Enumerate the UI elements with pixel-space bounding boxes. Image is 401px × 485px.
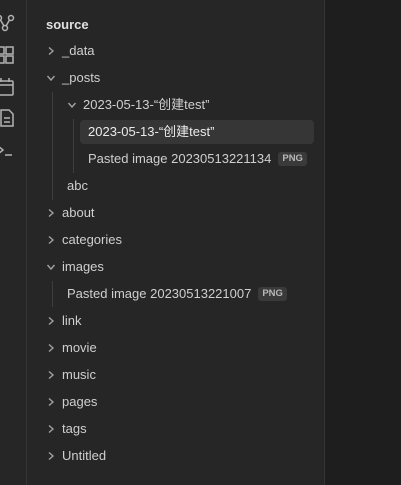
tree-item-pasted-image-1[interactable]: Pasted image 20230513221134 PNG [88,147,307,171]
tree-item-abc[interactable]: abc [67,174,88,198]
tree-item-tags[interactable]: tags [62,417,87,441]
calendar-icon[interactable] [0,76,16,98]
tree-item-music[interactable]: music [62,363,96,387]
chevron-right-icon[interactable] [46,370,56,380]
chevron-right-icon[interactable] [46,397,56,407]
chevron-down-icon[interactable] [46,73,56,83]
tree-item-untitled[interactable]: Untitled [62,444,106,468]
chevron-right-icon[interactable] [46,235,56,245]
indent-guide-images [52,281,53,307]
chevron-down-icon[interactable] [67,100,77,110]
tree-item-data[interactable]: _data [62,39,95,63]
indent-guide-post-folder [73,119,74,173]
graph-icon[interactable] [0,12,16,34]
tree-item-post-folder[interactable]: 2023-05-13-“创建test” [83,93,209,117]
files-icon[interactable] [0,107,16,129]
tree-item-movie[interactable]: movie [62,336,97,360]
chevron-down-icon[interactable] [46,262,56,272]
tree-item-categories[interactable]: categories [62,228,122,252]
file-extension-badge: PNG [278,151,307,166]
tree-item-pasted-image-2[interactable]: Pasted image 20230513221007 PNG [67,282,287,306]
tree-item-link[interactable]: link [62,309,82,333]
chevron-right-icon[interactable] [46,343,56,353]
file-label: Pasted image 20230513221134 [88,151,272,166]
editor-pane [325,0,401,485]
left-ribbon [0,0,27,485]
chevron-right-icon[interactable] [46,424,56,434]
tree-item-pages[interactable]: pages [62,390,97,414]
tree-item-about[interactable]: about [62,201,95,225]
indent-guide-posts [52,92,53,200]
terminal-icon[interactable] [0,139,16,161]
file-label: Pasted image 20230513221007 [67,286,252,301]
chevron-right-icon[interactable] [46,451,56,461]
file-extension-badge: PNG [258,286,287,301]
tree-item-images[interactable]: images [62,255,104,279]
explorer-root-label[interactable]: source [46,13,89,37]
tree-item-posts[interactable]: _posts [62,66,100,90]
chevron-right-icon[interactable] [46,208,56,218]
chevron-right-icon[interactable] [46,316,56,326]
chevron-right-icon[interactable] [46,46,56,56]
grid-icon[interactable] [0,44,16,66]
tree-item-post-file[interactable]: 2023-05-13-“创建test” [88,120,214,144]
